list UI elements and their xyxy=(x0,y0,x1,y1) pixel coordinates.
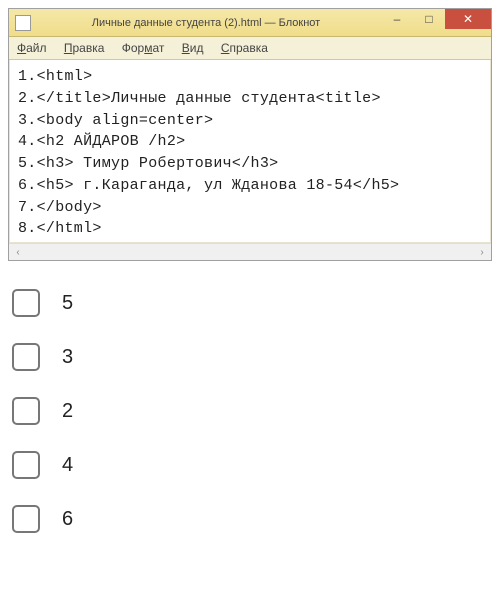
answer-options: 5 3 2 4 6 xyxy=(8,289,492,533)
notepad-icon xyxy=(15,15,31,31)
option-row: 5 xyxy=(12,289,492,317)
code-line: 3.<body align=center> xyxy=(18,110,482,132)
option-checkbox[interactable] xyxy=(12,397,40,425)
menu-help-accel: С xyxy=(221,41,230,55)
window-title: Личные данные студента (2).html — Блокно… xyxy=(31,17,381,29)
horizontal-scrollbar[interactable]: ‹ › xyxy=(9,243,491,260)
menubar: Файл Правка Формат Вид Справка xyxy=(9,37,491,60)
code-line: 2.</title>Личные данные студента<title> xyxy=(18,88,482,110)
option-row: 6 xyxy=(12,505,492,533)
scroll-right-icon[interactable]: › xyxy=(475,245,489,259)
menu-file-accel: Ф xyxy=(17,41,26,55)
code-line: 1.<html> xyxy=(18,66,482,88)
option-checkbox[interactable] xyxy=(12,289,40,317)
option-label: 3 xyxy=(62,346,73,369)
option-checkbox[interactable] xyxy=(12,343,40,371)
menu-format-accel: м xyxy=(144,41,152,55)
titlebar[interactable]: Личные данные студента (2).html — Блокно… xyxy=(9,9,491,37)
code-line: 7.</body> xyxy=(18,197,482,219)
menu-edit[interactable]: Правка xyxy=(64,41,105,55)
option-row: 2 xyxy=(12,397,492,425)
menu-edit-accel: П xyxy=(64,41,73,55)
option-label: 2 xyxy=(62,400,73,423)
window-controls: – □ ✕ xyxy=(381,9,491,36)
option-label: 4 xyxy=(62,454,73,477)
code-line: 8.</html> xyxy=(18,218,482,240)
menu-file[interactable]: Файл xyxy=(17,41,47,55)
option-row: 3 xyxy=(12,343,492,371)
close-button[interactable]: ✕ xyxy=(445,9,491,29)
option-checkbox[interactable] xyxy=(12,451,40,479)
code-line: 4.<h2 АЙДАРОВ /h2> xyxy=(18,131,482,153)
option-row: 4 xyxy=(12,451,492,479)
menu-format[interactable]: Формат xyxy=(122,41,165,55)
option-label: 6 xyxy=(62,508,73,531)
menu-view[interactable]: Вид xyxy=(182,41,204,55)
option-checkbox[interactable] xyxy=(12,505,40,533)
code-line: 6.<h5> г.Караганда, ул Жданова 18-54</h5… xyxy=(18,175,482,197)
maximize-button[interactable]: □ xyxy=(413,9,445,29)
menu-view-accel: В xyxy=(182,41,190,55)
notepad-window: Личные данные студента (2).html — Блокно… xyxy=(8,8,492,261)
scroll-left-icon[interactable]: ‹ xyxy=(11,245,25,259)
editor-textarea[interactable]: 1.<html> 2.</title>Личные данные студент… xyxy=(9,60,491,243)
code-line: 5.<h3> Тимур Робертович</h3> xyxy=(18,153,482,175)
menu-help[interactable]: Справка xyxy=(221,41,268,55)
minimize-button[interactable]: – xyxy=(381,9,413,29)
option-label: 5 xyxy=(62,292,73,315)
